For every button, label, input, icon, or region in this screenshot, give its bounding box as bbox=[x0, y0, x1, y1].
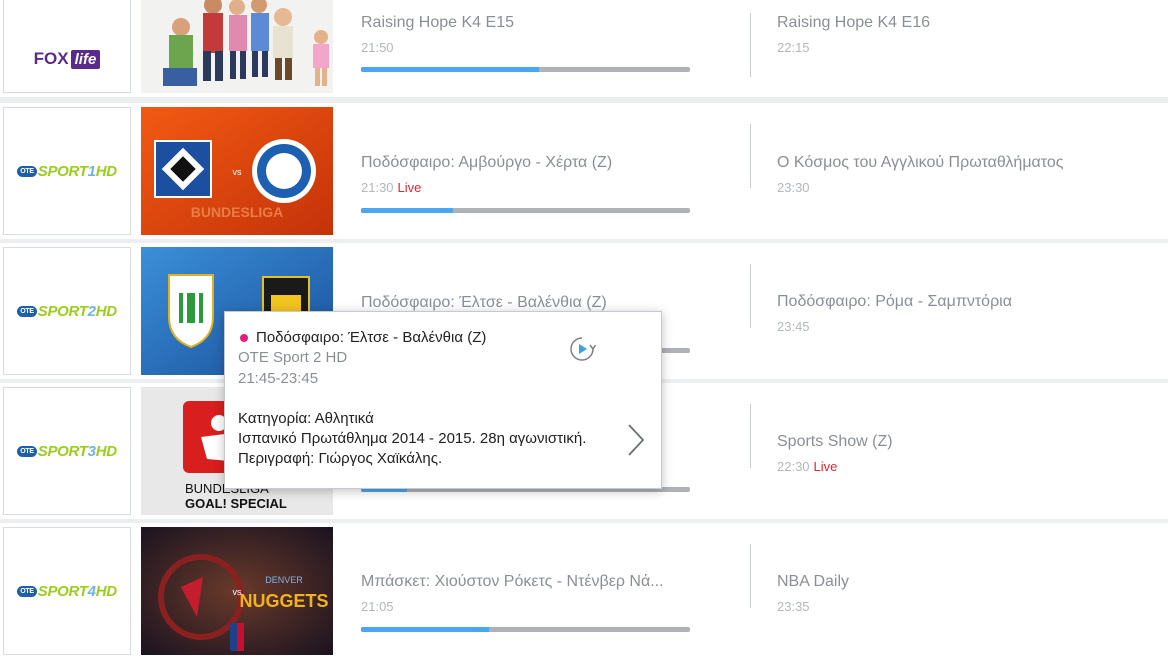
fox-life-logo: FOX life bbox=[34, 49, 101, 69]
epg-row-foxlife[interactable]: FOX life Raising Hope K4 E15 21:50 Raisin… bbox=[0, 0, 1168, 97]
next-program-time: 23:45 bbox=[777, 319, 810, 334]
next-program-time: 22:30 Live bbox=[777, 459, 837, 474]
progress-bar bbox=[361, 208, 690, 213]
channel-logo-sport1[interactable]: OTE SPORT 1 HD bbox=[3, 107, 131, 235]
program-info-popup[interactable]: Ποδόσφαιρο: Έλτσε - Βαλένθια (Ζ) OTE Spo… bbox=[224, 311, 662, 489]
popup-time-range: 21:45-23:45 bbox=[238, 370, 319, 387]
sport-text: SPORT bbox=[37, 162, 88, 180]
column-divider bbox=[750, 124, 751, 188]
next-program-time: 23:30 bbox=[777, 180, 810, 195]
sport-text: SPORT bbox=[37, 302, 88, 320]
next-program-time: 23:35 bbox=[777, 599, 810, 614]
live-dot-icon bbox=[240, 334, 248, 342]
sport-text: SPORT bbox=[37, 442, 88, 460]
denver-text: DENVER bbox=[265, 575, 303, 585]
next-program-title[interactable]: NBA Daily bbox=[777, 573, 849, 591]
program-thumbnail-rockets-nuggets[interactable]: vs DENVER NUGGETS bbox=[141, 527, 333, 655]
bundesliga-text: BUNDESLIGA bbox=[191, 204, 284, 220]
popup-channel: OTE Sport 2 HD bbox=[238, 349, 348, 366]
channel-logo-foxlife[interactable]: FOX life bbox=[3, 0, 131, 93]
column-divider bbox=[750, 404, 751, 468]
ote-sport-2-logo: OTE SPORT 2 HD bbox=[17, 303, 117, 320]
live-badge: Live bbox=[813, 459, 838, 474]
ote-sport-3-logo: OTE SPORT 3 HD bbox=[17, 443, 117, 460]
channel-number: 3 bbox=[87, 442, 96, 460]
epg-row-sport4[interactable]: OTE SPORT 4 HD vs DENVER NUGGETS Μπάσκετ: Χ… bbox=[0, 523, 1168, 659]
channel-number: 2 bbox=[87, 302, 96, 320]
channel-logo-sport3[interactable]: OTE SPORT 3 HD bbox=[3, 387, 131, 515]
nuggets-text: NUGGETS bbox=[239, 591, 328, 611]
ote-sport-1-logo: OTE SPORT 1 HD bbox=[17, 163, 117, 180]
progress-bar bbox=[361, 67, 690, 72]
next-program-time: 22:15 bbox=[777, 40, 810, 55]
channel-logo-sport4[interactable]: OTE SPORT 4 HD bbox=[3, 527, 131, 655]
next-program-title[interactable]: Ο Κόσμος του Αγγλικού Πρωταθλήματος bbox=[777, 154, 1063, 172]
program-time-text: 21:50 bbox=[361, 40, 394, 55]
hd-text: HD bbox=[95, 162, 117, 180]
progress-fill bbox=[361, 627, 490, 632]
channel-logo-sport2[interactable]: OTE SPORT 2 HD bbox=[3, 247, 131, 375]
hd-text: HD bbox=[95, 442, 117, 460]
program-thumbnail-raising-hope[interactable] bbox=[141, 0, 333, 93]
ote-badge: OTE bbox=[17, 165, 37, 177]
program-thumbnail-hamburg-hertha[interactable]: vs BUNDESLIGA bbox=[141, 107, 333, 235]
popup-description: Ισπανικό Πρωτάθλημα 2014 - 2015. 28η αγω… bbox=[238, 430, 587, 467]
popup-category: Κατηγορία: Αθλητικά bbox=[238, 410, 374, 427]
column-divider bbox=[750, 264, 751, 328]
life-text: life bbox=[70, 49, 101, 69]
program-time: 21:05 bbox=[361, 599, 394, 614]
progress-fill bbox=[361, 208, 454, 213]
program-time-text: 21:05 bbox=[361, 599, 394, 614]
ote-sport-4-logo: OTE SPORT 4 HD bbox=[17, 583, 117, 600]
goal-special-text: GOAL! SPECIAL bbox=[185, 496, 287, 511]
program-title[interactable]: Ποδόσφαιρο: Έλτσε - Βαλένθια (Ζ) bbox=[361, 294, 607, 312]
channel-number: 4 bbox=[87, 582, 96, 600]
column-divider bbox=[750, 544, 751, 608]
ote-badge: OTE bbox=[17, 585, 37, 597]
fox-text: FOX bbox=[33, 49, 69, 68]
sport-text: SPORT bbox=[37, 582, 88, 600]
replay-icon[interactable] bbox=[568, 335, 596, 363]
ote-badge: OTE bbox=[17, 305, 37, 317]
popup-title: Ποδόσφαιρο: Έλτσε - Βαλένθια (Ζ) bbox=[256, 329, 487, 346]
vs-text: vs bbox=[233, 167, 243, 177]
next-program-title[interactable]: Sports Show (Ζ) bbox=[777, 433, 893, 451]
hd-text: HD bbox=[95, 302, 117, 320]
hd-text: HD bbox=[95, 582, 117, 600]
progress-fill bbox=[361, 67, 539, 72]
next-program-title[interactable]: Ποδόσφαιρο: Ρόμα - Σαμπντόρια bbox=[777, 293, 1012, 311]
program-title[interactable]: Raising Hope K4 E15 bbox=[361, 14, 514, 32]
program-time-text: 21:30 bbox=[361, 180, 394, 195]
program-time: 21:30 Live bbox=[361, 180, 421, 195]
next-program-time-text: 22:30 bbox=[777, 459, 810, 474]
epg-row-sport1[interactable]: OTE SPORT 1 HD vs BUNDESLIGA Ποδόσφαιρο: Αμ… bbox=[0, 103, 1168, 239]
progress-bar bbox=[361, 627, 690, 632]
column-divider bbox=[750, 13, 751, 77]
program-title[interactable]: Μπάσκετ: Χιούστον Ρόκετς - Ντένβερ Νά... bbox=[361, 573, 664, 591]
ote-badge: OTE bbox=[17, 445, 37, 457]
popup-description-block: Κατηγορία: Αθλητικά Ισπανικό Πρωτάθλημα … bbox=[238, 409, 608, 469]
chevron-right-icon[interactable] bbox=[625, 422, 647, 458]
program-time: 21:50 bbox=[361, 40, 394, 55]
live-badge: Live bbox=[397, 180, 422, 195]
channel-number: 1 bbox=[87, 162, 96, 180]
program-title[interactable]: Ποδόσφαιρο: Αμβούργο - Χέρτα (Ζ) bbox=[361, 154, 612, 172]
next-program-title[interactable]: Raising Hope K4 E16 bbox=[777, 14, 930, 32]
